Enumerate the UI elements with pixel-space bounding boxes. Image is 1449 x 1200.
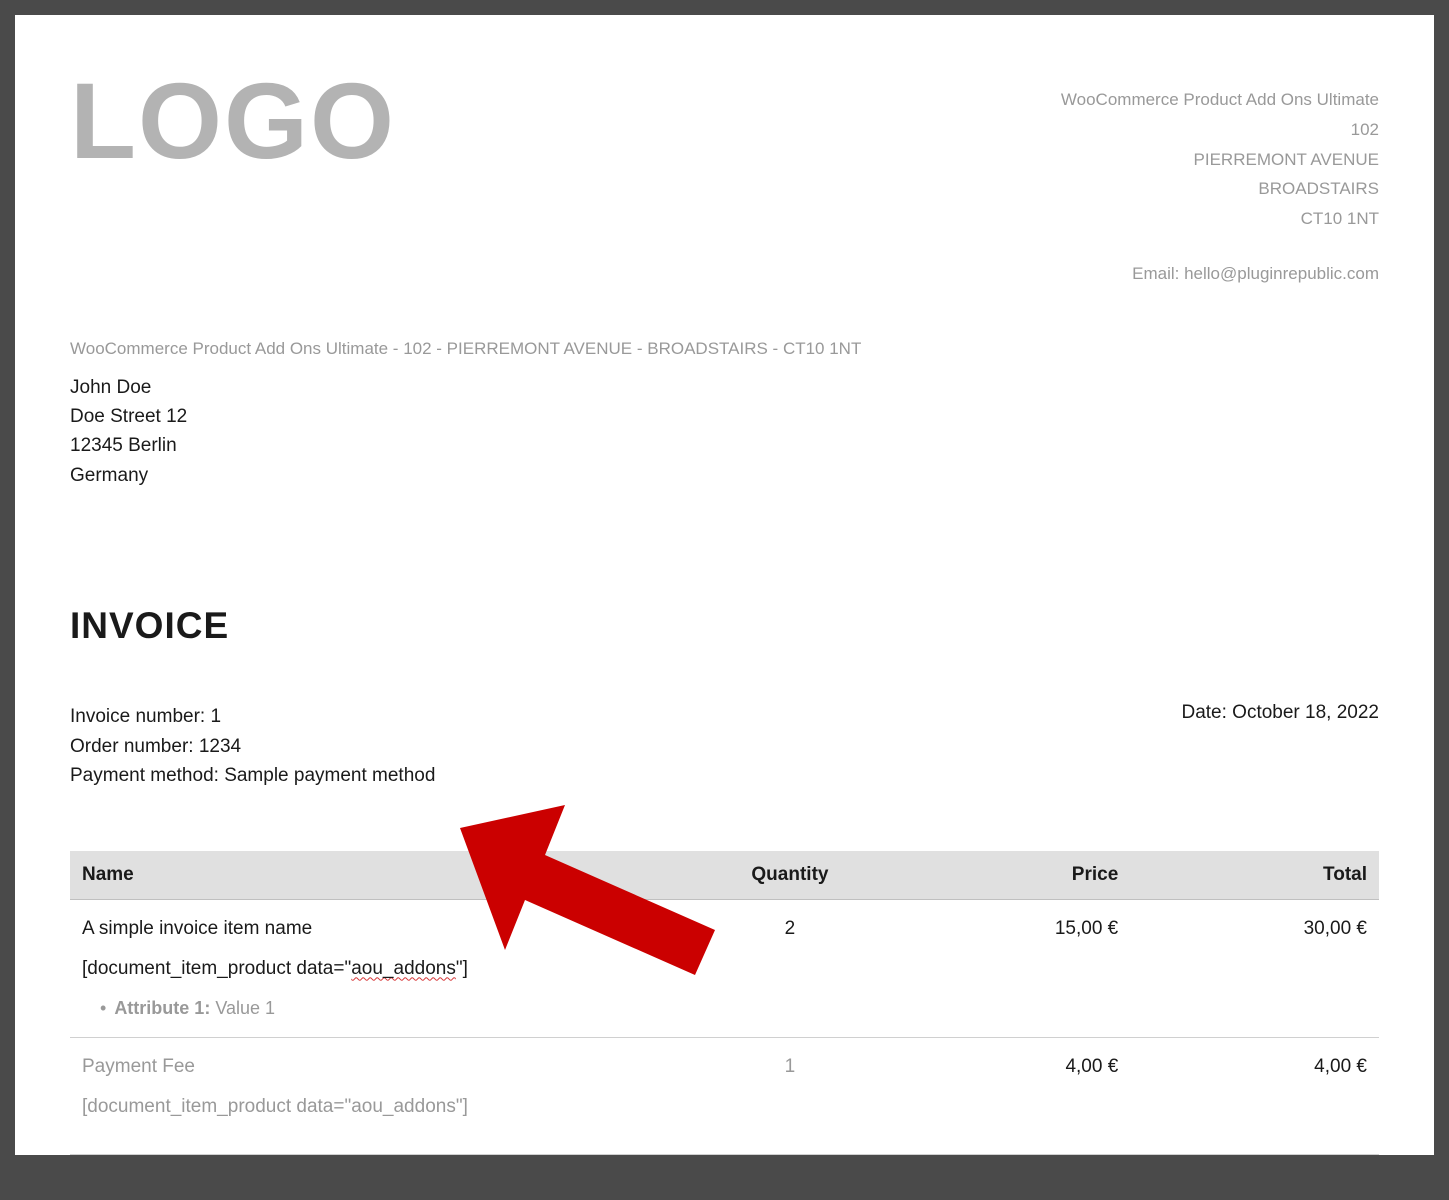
sender-address-line: WooCommerce Product Add Ons Ultimate - 1…	[70, 339, 1379, 359]
item-price: 15,00 €	[882, 899, 1131, 1037]
item-cell-name: A simple invoice item name [document_ite…	[70, 899, 698, 1037]
attribute-value: Value 1	[210, 998, 275, 1018]
company-addr2: PIERREMONT AVENUE	[1061, 145, 1379, 175]
header-name: Name	[70, 851, 698, 900]
customer-street: Doe Street 12	[70, 402, 1379, 431]
item-total: 30,00 €	[1130, 899, 1379, 1037]
customer-address-block: John Doe Doe Street 12 12345 Berlin Germ…	[70, 373, 1379, 491]
header-total: Total	[1130, 851, 1379, 900]
header-price: Price	[882, 851, 1131, 900]
item-name: Payment Fee	[82, 1056, 686, 1078]
invoice-meta-right: Date: October 18, 2022	[1181, 702, 1379, 724]
table-row: A simple invoice item name [document_ite…	[70, 899, 1379, 1037]
spellcheck-squiggle: aou_addons	[351, 958, 456, 979]
invoice-number: Invoice number: 1	[70, 702, 435, 731]
logo-placeholder: LOGO	[70, 75, 396, 167]
item-name: A simple invoice item name	[82, 918, 686, 940]
invoice-date: Date: October 18, 2022	[1181, 702, 1379, 724]
invoice-page: LOGO WooCommerce Product Add Ons Ultimat…	[15, 15, 1434, 1155]
company-info-block: WooCommerce Product Add Ons Ultimate 102…	[1061, 85, 1379, 289]
invoice-meta-left: Invoice number: 1 Order number: 1234 Pay…	[70, 702, 435, 790]
payment-method: Payment method: Sample payment method	[70, 761, 435, 790]
order-number: Order number: 1234	[70, 732, 435, 761]
item-cell-name: Payment Fee [document_item_product data=…	[70, 1037, 698, 1154]
header-quantity: Quantity	[698, 851, 881, 900]
company-email: Email: hello@pluginrepublic.com	[1061, 259, 1379, 289]
invoice-items-table: Name Quantity Price Total A simple invoi…	[70, 851, 1379, 1155]
invoice-header: LOGO WooCommerce Product Add Ons Ultimat…	[70, 75, 1379, 289]
attribute-label: Attribute 1:	[114, 998, 210, 1018]
company-city: BROADSTAIRS	[1061, 174, 1379, 204]
table-row: Payment Fee [document_item_product data=…	[70, 1037, 1379, 1154]
item-shortcode: [document_item_product data="aou_addons"…	[82, 1096, 686, 1118]
company-postcode: CT10 1NT	[1061, 204, 1379, 234]
item-attributes: • Attribute 1: Value 1	[82, 998, 686, 1019]
invoice-meta-block: Invoice number: 1 Order number: 1234 Pay…	[70, 702, 1379, 790]
item-quantity: 1	[698, 1037, 881, 1154]
customer-city: 12345 Berlin	[70, 431, 1379, 460]
customer-country: Germany	[70, 461, 1379, 490]
table-header-row: Name Quantity Price Total	[70, 851, 1379, 900]
item-price: 4,00 €	[882, 1037, 1131, 1154]
item-total: 4,00 €	[1130, 1037, 1379, 1154]
company-name: WooCommerce Product Add Ons Ultimate	[1061, 85, 1379, 115]
invoice-title: INVOICE	[70, 605, 1379, 647]
bullet-icon: •	[100, 998, 106, 1019]
customer-name: John Doe	[70, 373, 1379, 402]
item-shortcode: [document_item_product data="aou_addons"…	[82, 958, 686, 980]
company-addr1: 102	[1061, 115, 1379, 145]
item-quantity: 2	[698, 899, 881, 1037]
